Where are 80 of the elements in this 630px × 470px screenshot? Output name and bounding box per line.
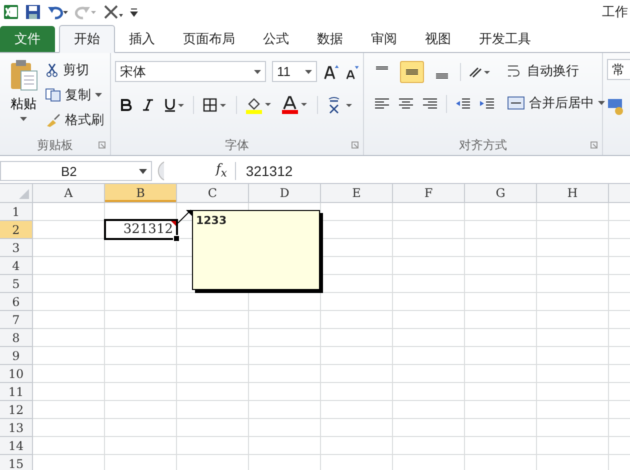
group-label: 对齐方式 bbox=[459, 136, 507, 154]
caret-icon bbox=[20, 117, 27, 121]
bold-icon[interactable] bbox=[119, 98, 133, 112]
ribbon-tab[interactable]: 视图 bbox=[411, 26, 465, 52]
ribbon-tab[interactable]: 页面布局 bbox=[169, 26, 249, 52]
align-left-icon[interactable] bbox=[374, 97, 390, 111]
merge-center-button[interactable]: 合并后居中 bbox=[507, 93, 605, 113]
undo-icon[interactable] bbox=[47, 4, 69, 20]
comment-text: 1233 bbox=[196, 214, 227, 227]
insert-function-button[interactable]: f$_{x}$ bbox=[208, 162, 236, 180]
clipboard-icon bbox=[8, 59, 38, 91]
ribbon-tab[interactable]: 审阅 bbox=[357, 26, 411, 52]
row-header[interactable]: 5 bbox=[0, 275, 33, 293]
shrink-font-icon[interactable] bbox=[345, 64, 359, 80]
caret-icon bbox=[254, 70, 261, 74]
ribbon-tab[interactable]: 公式 bbox=[249, 26, 303, 52]
row-header[interactable]: 13 bbox=[0, 419, 33, 437]
italic-icon[interactable] bbox=[141, 98, 155, 112]
fill-color-icon[interactable] bbox=[245, 96, 273, 114]
underline-icon[interactable] bbox=[163, 98, 185, 112]
ribbon-tab[interactable]: 开发工具 bbox=[465, 26, 545, 52]
row-header[interactable]: 1 bbox=[0, 203, 33, 221]
ribbon-tab[interactable]: 数据 bbox=[303, 26, 357, 52]
caret-icon bbox=[305, 70, 312, 74]
align-middle-icon bbox=[405, 69, 419, 75]
ribbon-tab[interactable]: 开始 bbox=[59, 25, 115, 53]
scissors-icon bbox=[45, 63, 59, 77]
vertical-align-button[interactable] bbox=[400, 61, 424, 83]
paste-button[interactable]: 粘贴 bbox=[4, 57, 43, 135]
align-right-icon[interactable] bbox=[422, 97, 438, 111]
font-name-dropdown[interactable]: 宋体 bbox=[115, 61, 266, 82]
dialog-launcher-icon[interactable] bbox=[351, 141, 359, 149]
row-header[interactable]: 11 bbox=[0, 383, 33, 401]
dialog-launcher-icon[interactable] bbox=[590, 141, 598, 149]
brush-icon bbox=[45, 113, 61, 127]
decrease-indent-icon[interactable] bbox=[455, 97, 471, 111]
window-title: 工作 bbox=[602, 3, 629, 21]
save-icon[interactable] bbox=[25, 4, 41, 20]
row-header[interactable]: 9 bbox=[0, 347, 33, 365]
spreadsheet-app-icon bbox=[3, 4, 19, 20]
file-tab[interactable]: 文件 bbox=[0, 26, 55, 52]
row-header[interactable]: 2 bbox=[0, 221, 33, 239]
copy-button[interactable]: 复制 bbox=[43, 84, 106, 106]
copy-icon bbox=[45, 88, 61, 102]
row-header[interactable]: 12 bbox=[0, 401, 33, 419]
increase-indent-icon[interactable] bbox=[479, 97, 495, 111]
row-header[interactable]: 14 bbox=[0, 437, 33, 455]
row-header[interactable]: 3 bbox=[0, 239, 33, 257]
wrap-text-button[interactable]: 自动换行 bbox=[507, 61, 605, 81]
active-cell[interactable]: 321312 bbox=[104, 219, 178, 240]
align-center-icon[interactable] bbox=[398, 97, 414, 111]
row-header[interactable]: 4 bbox=[0, 257, 33, 275]
merge-cells-icon bbox=[507, 96, 525, 110]
row-header[interactable]: 7 bbox=[0, 311, 33, 329]
ribbon-tab[interactable]: 插入 bbox=[115, 26, 169, 52]
borders-icon[interactable] bbox=[202, 97, 228, 113]
format-painter-button[interactable]: 格式刷 bbox=[43, 109, 106, 131]
column-header[interactable]: B bbox=[105, 184, 177, 202]
cut-button[interactable]: 剪切 bbox=[43, 59, 106, 81]
formula-input[interactable]: 321312 bbox=[236, 163, 630, 179]
dialog-launcher-icon[interactable] bbox=[98, 141, 106, 149]
font-size-dropdown[interactable]: 11 bbox=[272, 61, 318, 82]
align-bottom-icon bbox=[435, 73, 449, 79]
row-header[interactable]: 15 bbox=[0, 455, 33, 470]
caret-icon bbox=[598, 101, 605, 105]
name-box[interactable]: B2 bbox=[0, 161, 152, 181]
fill-handle[interactable] bbox=[173, 235, 180, 242]
row-header[interactable]: 10 bbox=[0, 365, 33, 383]
number-format-dropdown[interactable]: 常 bbox=[607, 59, 630, 80]
font-color-icon[interactable] bbox=[281, 96, 309, 114]
phonetic-guide-icon[interactable] bbox=[326, 96, 354, 114]
grow-font-icon[interactable] bbox=[323, 64, 340, 80]
group-label: 字体 bbox=[225, 136, 249, 154]
align-top-icon bbox=[375, 66, 389, 70]
group-label: 剪贴板 bbox=[37, 136, 73, 154]
caret-icon bbox=[139, 168, 147, 174]
row-header[interactable]: 6 bbox=[0, 293, 33, 311]
row-header[interactable]: 8 bbox=[0, 329, 33, 347]
caret-icon bbox=[95, 93, 102, 97]
comment-indicator-icon bbox=[171, 221, 176, 226]
